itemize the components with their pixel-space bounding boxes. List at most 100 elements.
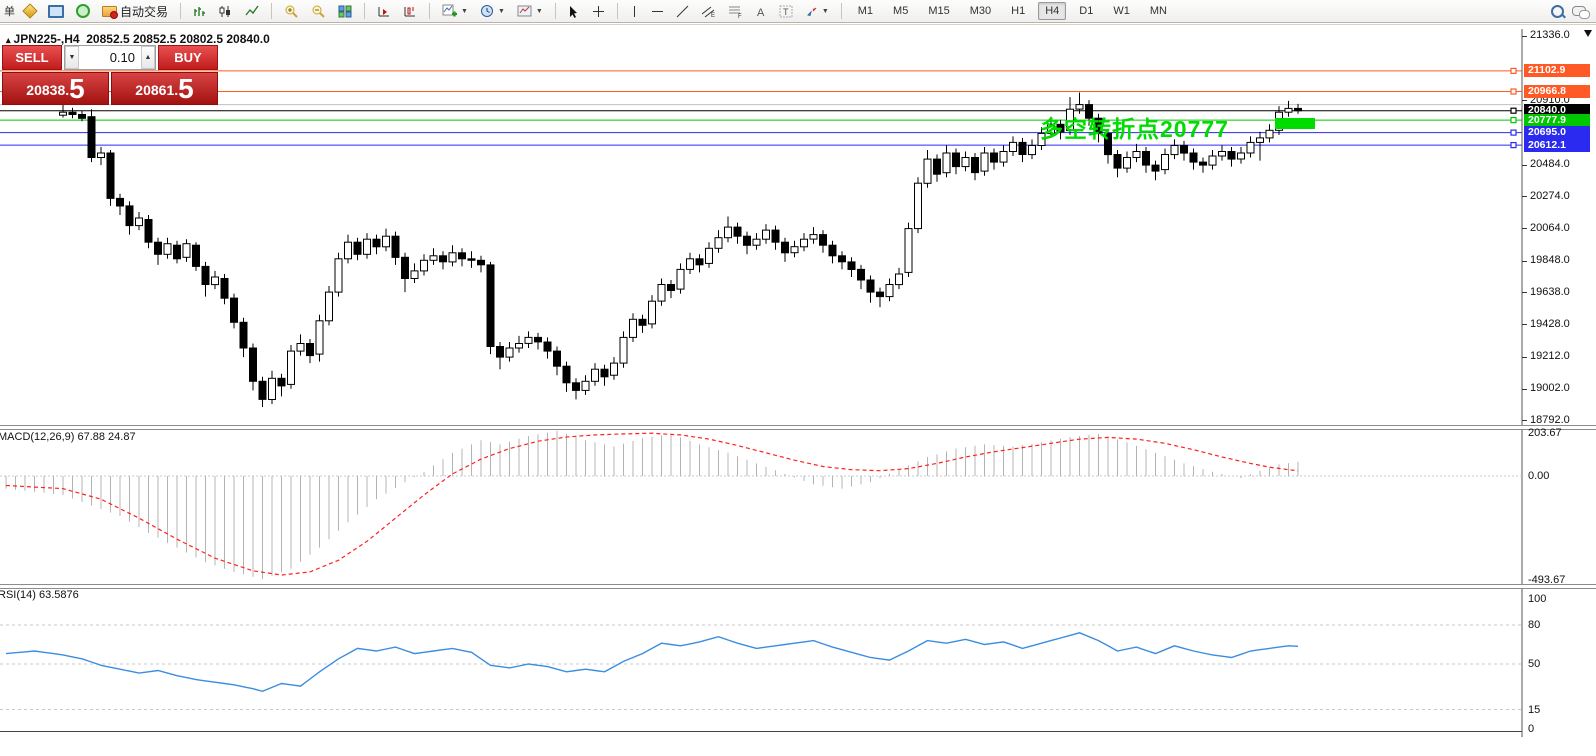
- rsi-axis-label: 80: [1528, 619, 1541, 631]
- crosshair-tool[interactable]: [589, 4, 608, 19]
- svg-text:F: F: [738, 14, 742, 18]
- timeframe-mn[interactable]: MN: [1143, 2, 1174, 20]
- vertical-line-tool[interactable]: [627, 4, 642, 19]
- macd-panel: [0, 430, 1522, 580]
- shift-end-button[interactable]: [374, 4, 394, 19]
- volume-up-button[interactable]: ▲: [141, 46, 155, 69]
- rsi-label: RSI(14) 63.5876: [0, 589, 79, 601]
- toolbar-separator: [554, 3, 556, 19]
- chat-icon[interactable]: [1572, 6, 1590, 19]
- buy-price-box[interactable]: 20861. 5: [111, 72, 218, 105]
- market-watch-icon[interactable]: [45, 4, 67, 19]
- sell-button[interactable]: SELL: [2, 45, 62, 70]
- price-tick: [1522, 196, 1527, 198]
- timeframe-m5[interactable]: M5: [886, 2, 915, 20]
- panel-separator[interactable]: [0, 425, 1596, 430]
- add-indicator-button[interactable]: ▼: [439, 3, 471, 19]
- signal-icon[interactable]: [73, 3, 93, 19]
- text-tool[interactable]: A: [752, 4, 770, 19]
- candle-chart-button[interactable]: [216, 4, 236, 19]
- one-click-trade-panel: SELL ▼ 0.10 ▲ BUY 20838. 5 20861. 5: [2, 45, 218, 105]
- timeframe-m15[interactable]: M15: [921, 2, 956, 20]
- auto-scroll-button[interactable]: [400, 4, 420, 19]
- cursor-tool[interactable]: [565, 4, 583, 19]
- chart-window: ▴ JPN225-,H4 20852.5 20852.5 20802.5 2084…: [0, 24, 1596, 756]
- tile-windows-button[interactable]: [335, 4, 355, 19]
- toolbar-separator: [364, 3, 366, 19]
- price-tick-label: 19212.0: [1530, 350, 1570, 363]
- main-panel: [0, 70, 1522, 407]
- price-tick-label: 20274.0: [1530, 189, 1570, 202]
- annotation-text[interactable]: 多空转折点20777: [1040, 110, 1229, 144]
- toolbar-separator: [429, 3, 431, 19]
- volume-stepper: ▼ 0.10 ▲: [64, 45, 156, 70]
- timeframe-h4[interactable]: H4: [1038, 2, 1067, 20]
- diamond-icon: [22, 3, 38, 19]
- caret-icon: ▼: [497, 7, 505, 15]
- caret-icon: ▼: [535, 7, 543, 15]
- timeframe-m1[interactable]: M1: [851, 2, 880, 20]
- timeframe-m30[interactable]: M30: [963, 2, 998, 20]
- sell-price-box[interactable]: 20838. 5: [2, 72, 109, 105]
- templates-button[interactable]: ▼: [514, 4, 546, 19]
- mt4-terminal: 单 自动交易 ▼ ▼ ▼ E F A T ▼ M1 M5 M15 M30 H1 …: [0, 0, 1596, 756]
- toolbar-separator: [180, 3, 182, 19]
- price-tick: [1522, 292, 1527, 294]
- arrows-tool[interactable]: ▼: [802, 4, 832, 19]
- main-toolbar: 单 自动交易 ▼ ▼ ▼ E F A T ▼ M1 M5 M15 M30 H1 …: [0, 0, 1596, 23]
- svg-text:E: E: [711, 13, 715, 18]
- periods-button[interactable]: ▼: [477, 3, 508, 19]
- buy-button[interactable]: BUY: [158, 45, 218, 70]
- timeframe-d1[interactable]: D1: [1072, 2, 1100, 20]
- price-tick-label: 19002.0: [1530, 382, 1570, 394]
- price-line-label[interactable]: 21102.9: [1524, 64, 1590, 78]
- trendline-tool[interactable]: [673, 4, 692, 19]
- horizontal-line-tool[interactable]: [648, 6, 667, 17]
- price-line-label[interactable]: 20966.8: [1524, 85, 1590, 98]
- price-tick-label: 21336.0: [1530, 29, 1570, 42]
- price-tick-label: 19638.0: [1530, 285, 1570, 298]
- price-tick-label: 20484.0: [1530, 158, 1570, 170]
- rsi-axis-label: 15: [1528, 703, 1541, 716]
- volume-field[interactable]: 0.10: [79, 46, 141, 69]
- timeframe-w1[interactable]: W1: [1106, 2, 1137, 20]
- fibonacci-tool[interactable]: F: [725, 4, 746, 19]
- timeframe-h1[interactable]: H1: [1004, 2, 1032, 20]
- macd-axis-label: -493.67: [1528, 574, 1566, 586]
- time-axis-line: [0, 731, 1522, 732]
- macd-label: MACD(12,26,9) 67.88 24.87: [0, 431, 136, 443]
- svg-text:T: T: [783, 7, 789, 17]
- new-order-icon[interactable]: [21, 3, 39, 19]
- price-tick: [1522, 164, 1527, 166]
- volume-down-button[interactable]: ▼: [65, 46, 79, 69]
- price-tick: [1522, 324, 1527, 326]
- channel-tool[interactable]: E: [698, 4, 719, 19]
- scroll-marker-icon: [1584, 30, 1592, 37]
- caret-icon: ▼: [821, 7, 829, 15]
- price-line-label[interactable]: 20777.9: [1524, 113, 1590, 127]
- zoom-out-button[interactable]: [308, 3, 329, 19]
- bar-chart-button[interactable]: [190, 4, 210, 19]
- text-label-tool[interactable]: T: [776, 4, 796, 19]
- price-tick: [1522, 228, 1527, 229]
- autotrade-button[interactable]: 自动交易: [99, 2, 171, 21]
- price-tick: [1522, 356, 1527, 358]
- macd-axis-label: 0.00: [1528, 470, 1550, 482]
- price-tick-label: 20064.0: [1530, 221, 1570, 234]
- svg-text:A: A: [757, 7, 765, 18]
- chart-plot[interactable]: [0, 25, 1596, 756]
- price-tick: [1522, 100, 1527, 102]
- line-chart-button[interactable]: [242, 4, 262, 19]
- price-tick: [1522, 420, 1527, 422]
- cut-button-label[interactable]: 单: [4, 3, 15, 19]
- price-line-label[interactable]: 20695.0: [1524, 126, 1590, 140]
- rsi-panel: [0, 624, 1522, 710]
- toolbar-separator: [271, 3, 273, 19]
- price-line-label[interactable]: 20612.1: [1524, 138, 1590, 152]
- monitor-icon: [48, 4, 64, 18]
- panel-separator[interactable]: [0, 584, 1596, 589]
- toolbar-separator: [840, 3, 842, 19]
- zoom-in-button[interactable]: [281, 3, 302, 19]
- price-tick-label: 19848.0: [1530, 254, 1570, 267]
- search-icon[interactable]: [1551, 4, 1564, 18]
